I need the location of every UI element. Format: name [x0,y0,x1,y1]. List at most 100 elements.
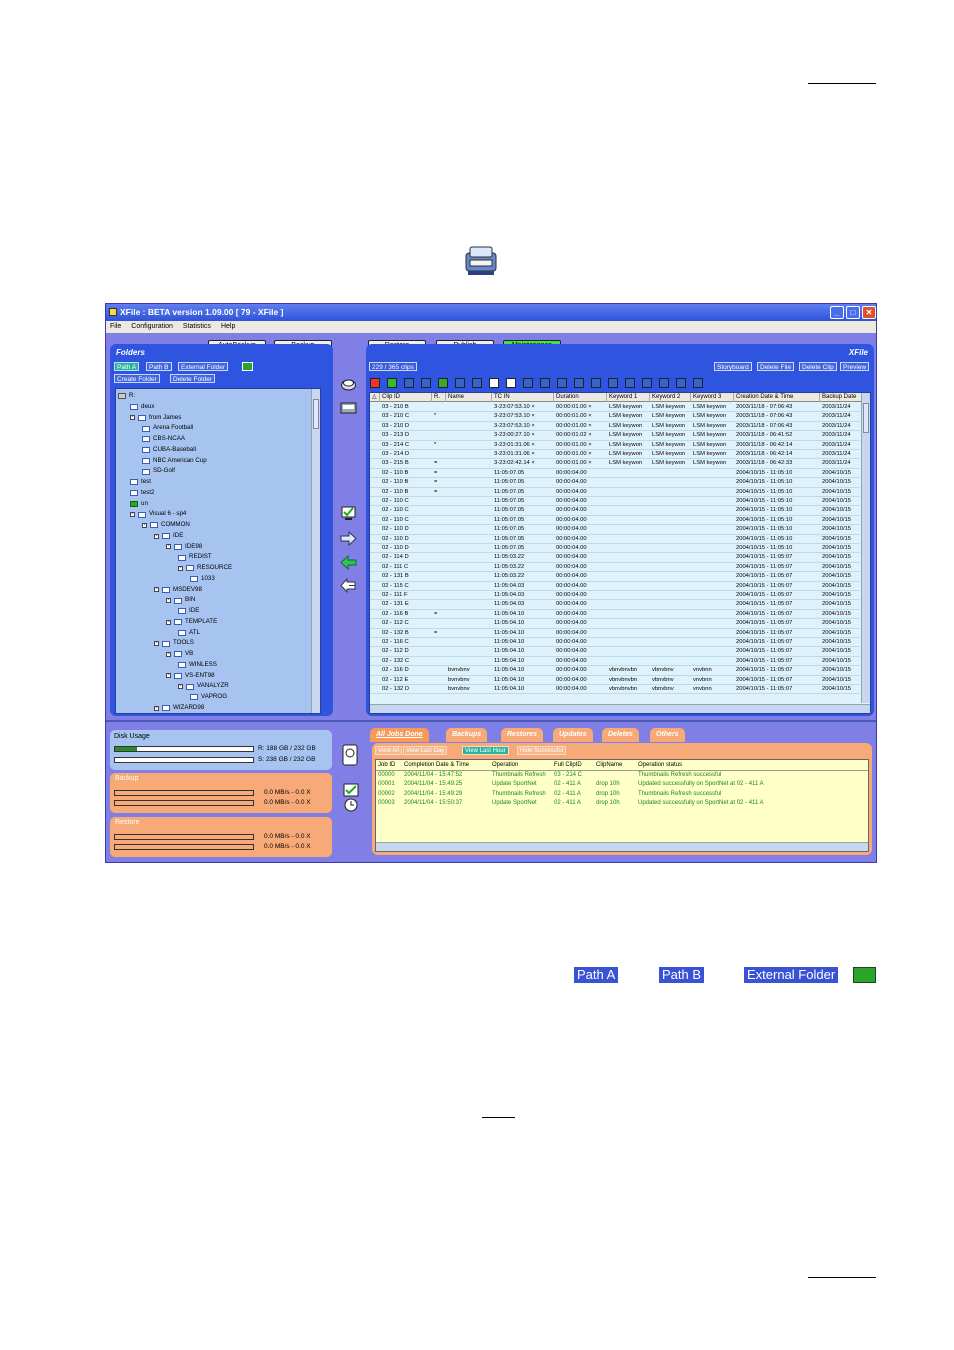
path-b-button[interactable]: Path B [146,362,172,371]
tree-item[interactable]: - COMMON [142,520,190,531]
tab-deletes[interactable]: Deletes [602,728,639,742]
tree-item[interactable]: - MSDEV98 [154,585,202,596]
delete-folder-button[interactable]: Delete Folder [170,374,216,383]
clip-tool-icon[interactable] [608,378,618,388]
arrow-back-icon[interactable] [340,578,357,593]
tab-others[interactable]: Others [650,728,685,742]
table-row[interactable]: 02 - 132 B = 11:05:04.10 00:00:04.00 2004/10… [370,629,860,638]
minimize-icon[interactable]: _ [830,306,844,319]
tree-item[interactable]: - IDE98 [166,542,202,553]
clip-tool-icon[interactable] [370,378,380,388]
tree-item[interactable]: - TEMPLATE [166,617,217,628]
tree-item[interactable]: un [130,499,148,510]
column-header[interactable]: TC IN [492,393,554,402]
table-row[interactable]: 03 - 214 C * 3-23:01:31.06 × 00:00:01.00 × L… [370,441,860,450]
tree-scrollbar[interactable] [311,389,320,713]
clip-tool-icon[interactable] [642,378,652,388]
table-row[interactable]: 03 - 210 C * 3-23:07:53.10 × 00:00:01.00 × L… [370,412,860,422]
close-icon[interactable]: ✕ [862,306,876,319]
table-row[interactable]: 02 - 132 D bvnvbnv 11:05:04.10 00:00:04.00 v… [370,685,860,695]
table-row[interactable]: 03 - 213 D 3-23:00:27.10 × 00:00:01.02 × LS… [370,431,860,441]
clip-tool-icon[interactable] [625,378,635,388]
tree-item[interactable]: - IDE [154,531,183,542]
collapse-icon[interactable]: - [178,684,183,690]
sort-icon[interactable]: △ [370,393,380,402]
tree-item[interactable]: - VANALYZR [178,681,229,692]
table-row[interactable]: 03 - 214 D 3-23:01:31.06 × 00:00:01.00 × LS… [370,450,860,460]
tree-item[interactable]: ATL [178,628,200,639]
table-row[interactable]: 02 - 110 C 11:05:07.05 00:00:04.00 2004/10/… [370,497,860,507]
external-folder-icon[interactable] [242,362,253,371]
menu-file[interactable]: File [110,321,121,333]
tree-item[interactable]: CUBA-Baseball [142,445,196,456]
view-last-day-button[interactable]: View Last Day [403,746,448,755]
clip-tool-icon[interactable] [523,378,533,388]
job-column-header[interactable]: Completion Date & Time [404,761,492,770]
collapse-icon[interactable]: - [154,533,159,539]
delete-file-button[interactable]: Delete File [757,362,795,371]
eject-drive-icon[interactable] [340,377,357,392]
column-header[interactable]: Keyword 1 [607,393,650,402]
table-row[interactable]: 02 - 116 C 11:05:04.10 00:00:04.00 2004/10/… [370,638,860,648]
tree-item[interactable]: - BIN [166,595,195,606]
tree-item[interactable]: test [130,477,151,488]
tab-updates[interactable]: Updates [553,728,593,742]
collapse-icon[interactable]: - [166,651,171,657]
table-row[interactable]: 03 - 210 D 3-23:07:53.10 × 00:00:01.00 × LS… [370,422,860,432]
clip-tool-icon[interactable] [540,378,550,388]
table-row[interactable]: 02 - 131 B 11:05:03.22 00:00:04.00 2004/10/… [370,572,860,582]
collapse-icon[interactable]: - [166,544,171,550]
arrow-left-icon[interactable] [340,555,357,570]
tree-item[interactable]: NBC American Cup [142,456,207,467]
column-header[interactable]: Clip ID [380,393,432,402]
collapse-icon[interactable]: - [154,705,159,711]
table-row[interactable]: 02 - 110 B = 11:05:07.05 00:00:04.00 2004/10… [370,478,860,488]
table-row[interactable]: 02 - 116 D bvnvbnv 11:05:04.10 00:00:04.00 v… [370,666,860,676]
clip-tool-icon[interactable] [421,378,431,388]
external-folder-button[interactable]: External Folder [178,362,229,371]
column-header[interactable]: R. [432,393,446,402]
clip-tool-icon[interactable] [591,378,601,388]
job-column-header[interactable]: Operation [492,761,554,770]
tree-item[interactable]: test2 [130,488,154,499]
table-row[interactable]: 02 - 110 D 11:05:07.05 00:00:04.00 2004/10/… [370,544,860,554]
path-a-button[interactable]: Path A [114,362,140,371]
collapse-icon[interactable]: - [166,598,171,604]
tree-item[interactable]: - Visual 6 - sp4 [130,509,186,520]
tab-restores[interactable]: Restores [501,728,543,742]
table-row[interactable]: 02 - 112 D 11:05:04.10 00:00:04.00 2004/10/… [370,647,860,657]
clip-tool-icon[interactable] [557,378,567,388]
maximize-icon[interactable]: □ [846,306,860,319]
table-row[interactable]: 02 - 114 D 11:05:03.22 00:00:04.00 2004/10/… [370,553,860,563]
refresh-disk-icon[interactable] [342,744,358,766]
clip-tool-icon[interactable] [693,378,703,388]
clip-grid[interactable]: △ Clip ID R. Name TC IN Duration Keyword 1 Keyw… [369,392,871,714]
column-header[interactable]: Keyword 3 [691,393,734,402]
tab-backups[interactable]: Backups [446,728,488,742]
create-folder-button[interactable]: Create Folder [114,374,160,383]
job-column-header[interactable]: Job ID [378,761,404,770]
tree-item[interactable]: IDE [178,606,199,617]
tree-item[interactable]: SD-Golf [142,466,175,477]
clip-tool-icon[interactable] [404,378,414,388]
tree-item[interactable]: WINLESS [178,660,217,671]
collapse-icon[interactable]: - [130,415,135,421]
tree-item[interactable]: R: [118,391,135,402]
clip-grid-scrollbar[interactable] [861,393,870,703]
clip-tool-icon[interactable] [489,378,499,388]
collapse-icon[interactable]: - [130,512,135,518]
column-header[interactable]: Keyword 2 [650,393,691,402]
tree-item[interactable]: - VB [166,649,193,660]
tree-item[interactable]: - from James [130,413,181,424]
menu-statistics[interactable]: Statistics [183,321,211,333]
collapse-icon[interactable]: - [166,619,171,625]
tree-item[interactable]: Arena Football [142,423,193,434]
tree-item[interactable]: - TOOLS [154,638,194,649]
tree-item[interactable]: 1033 [190,574,215,585]
clip-grid-hscroll[interactable] [370,704,870,713]
table-row[interactable]: 02 - 116 B = 11:05:04.10 00:00:04.00 2004/10… [370,610,860,620]
job-column-header[interactable]: Full ClipID [554,761,596,770]
table-row[interactable]: 02 - 110 C 11:05:07.05 00:00:04.00 2004/10/… [370,516,860,526]
folder-tree[interactable]: R: deux - from James Arena Football CBS-NCAA C… [115,388,321,714]
table-row[interactable]: 02 - 131 E 11:05:04.03 00:00:04.00 2004/10/… [370,600,860,610]
